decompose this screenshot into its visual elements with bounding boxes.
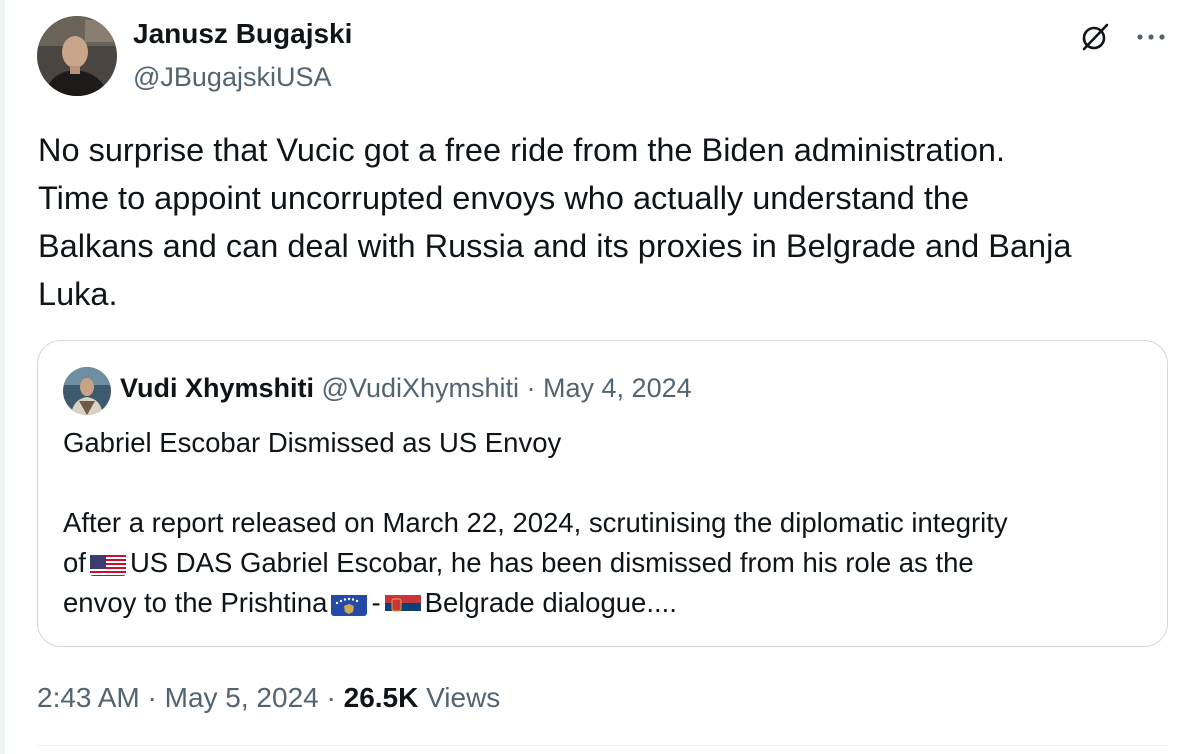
quoted-text-line: After a report released on March 22, 202… (63, 507, 1008, 538)
quoted-text: Gabriel Escobar Dismissed as US Envoy Af… (63, 423, 1153, 623)
more-options-icon[interactable] (1134, 22, 1168, 52)
divider (37, 745, 1168, 746)
tweet-text: No surprise that Vucic got a free ride f… (38, 126, 1168, 318)
tweet-date[interactable]: May 5, 2024 (165, 682, 319, 713)
separator: · (139, 682, 165, 713)
quoted-text-fragment: envoy to the Prishtina (63, 587, 328, 618)
views-label: Views (426, 682, 501, 713)
quoted-text-fragment: of (63, 547, 86, 578)
us-flag-icon (89, 551, 126, 576)
author-handle[interactable]: @JBugajskiUSA (133, 62, 331, 93)
tweet-text-line: Luka. (38, 276, 118, 312)
dash: - (371, 587, 381, 618)
quoted-tweet[interactable]: Vudi Xhymshiti @VudiXhymshiti · May 4, 2… (37, 340, 1168, 647)
author-name[interactable]: Janusz Bugajski (133, 18, 352, 50)
tweet-metadata: 2:43 AM · May 5, 2024 · 26.5K Views (37, 682, 500, 714)
tweet-text-line: Time to appoint uncorrupted envoys who a… (38, 180, 970, 216)
tweet-text-line: Balkans and can deal with Russia and its… (38, 228, 1072, 264)
page-edge (0, 0, 5, 754)
quoted-text-fragment: Belgrade dialogue.... (424, 587, 677, 618)
tweet: Janusz Bugajski @JBugajskiUSA No surpris… (0, 0, 1202, 754)
grok-icon[interactable] (1080, 22, 1110, 52)
quoted-author-avatar[interactable] (63, 367, 111, 415)
quoted-header: Vudi Xhymshiti @VudiXhymshiti · May 4, 2… (120, 373, 692, 404)
quoted-text-line: envoy to the Prishtina - Belgrade dialogue… (63, 583, 1153, 623)
tweet-time[interactable]: 2:43 AM (37, 682, 140, 713)
quoted-title: Gabriel Escobar Dismissed as US Envoy (63, 427, 562, 458)
quoted-author-handle[interactable]: @VudiXhymshiti (322, 373, 519, 403)
separator: · (519, 373, 544, 403)
author-avatar[interactable] (37, 16, 117, 96)
quoted-text-fragment: US DAS Gabriel Escobar, he has been dism… (129, 547, 974, 578)
tweet-text-line: No surprise that Vucic got a free ride f… (38, 132, 1006, 168)
quoted-date[interactable]: May 4, 2024 (543, 373, 692, 403)
separator: · (318, 682, 344, 713)
serbia-flag-icon (384, 591, 421, 616)
views-count: 26.5K (343, 682, 419, 713)
quoted-author-name[interactable]: Vudi Xhymshiti (120, 373, 314, 403)
quoted-text-line: of US DAS Gabriel Escobar, he has been di… (63, 543, 1153, 583)
kosovo-flag-icon (331, 591, 368, 616)
